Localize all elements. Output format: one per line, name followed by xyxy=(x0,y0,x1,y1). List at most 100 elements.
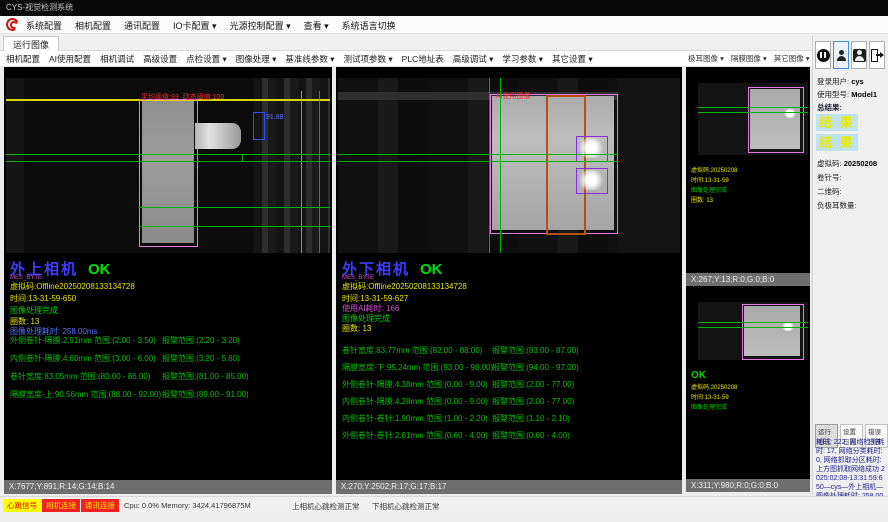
tool-advanced-debug[interactable]: 高级调试 ▾ xyxy=(453,53,494,65)
green-guide-line xyxy=(319,91,320,253)
exit-button[interactable] xyxy=(869,41,885,69)
small-camera-image-2[interactable] xyxy=(698,302,808,360)
process-done-line: 图像处理完成 xyxy=(10,307,58,315)
control-panel: 登录用户: cys 使用型号: Model1 总结果: 结 果 结 果 虚拟码:… xyxy=(812,36,888,494)
mini-result-line: 虚拟码:20250208 xyxy=(691,167,737,176)
mini-result-line: 圈数: 13 xyxy=(691,197,713,206)
menu-view[interactable]: 查看 ▾ xyxy=(304,19,329,32)
mini-ok-status: OK xyxy=(691,370,706,381)
upper-camera-heartbeat-text: 上相机心跳检测正常 xyxy=(292,501,360,512)
measure-row: 外侧卷针-隔膜:2.91mm 范围:(2.00 - 3.50)报警范围:(2.2… xyxy=(10,335,328,346)
camera-image-upper[interactable]: 平均阈值:93, 动态阈值:100 91.88 xyxy=(6,78,330,253)
mini-result-line: 图像处理完成 xyxy=(691,187,727,196)
tab-strip: 运行图像 xyxy=(0,34,888,51)
small-camera-image-1[interactable] xyxy=(698,83,808,155)
mes-label: MES_BYTE xyxy=(342,275,374,281)
tool-other-image[interactable]: 其它图像 ▾ xyxy=(774,53,810,64)
tool-spot-check[interactable]: 点检设置 ▾ xyxy=(186,53,227,65)
virtual-code-line: 虚拟码:Offline20250208133134728 xyxy=(10,283,135,291)
mini-result-line: 图像处理完成 xyxy=(691,404,727,413)
tool-camera-config[interactable]: 相机配置 xyxy=(6,53,40,65)
time-line: 时间:13-31-59-627 xyxy=(342,295,408,303)
menu-language-switch[interactable]: 系统语言切换 xyxy=(342,19,396,32)
app-logo-icon xyxy=(6,18,20,31)
blue-measure-box xyxy=(253,112,265,140)
camera-connection-badge: 相机连接 xyxy=(42,499,80,512)
result-ok: OK xyxy=(88,261,111,278)
virtual-code-value: 20250208 xyxy=(844,159,877,168)
process-done-line: 图像处理完成 xyxy=(342,315,390,323)
measure-row: 隔膜宽度-上:90.56mm 范围:(88.00 - 92.00)报警范围:(8… xyxy=(10,389,328,400)
pause-button[interactable] xyxy=(815,41,831,69)
tool-separator-image[interactable]: 隔膜图像 ▾ xyxy=(731,53,767,64)
tool-plc-address[interactable]: PLC地址表 xyxy=(402,53,444,65)
menu-comm-config[interactable]: 通讯配置 xyxy=(124,19,160,32)
needle-number-label: 卷针号: xyxy=(817,172,842,183)
time-line: 时间:13-31-59-650 xyxy=(10,295,76,303)
ai-elapsed-line: 使用AI耗时: 166 xyxy=(342,305,399,313)
measure-row: 隔膜宽度-下:95.24mm 范围:(93.00 - 98.00)报警范围:(9… xyxy=(342,362,678,373)
tool-test-params[interactable]: 测试项参数 ▾ xyxy=(344,53,393,65)
qr-code-label: 二维码: xyxy=(817,186,842,197)
tool-tab-image[interactable]: 极耳图像 ▾ xyxy=(688,53,724,64)
camera-view-lower: AI使用图像 外下相机OK MES_BYTE 虚拟码:Offline202502… xyxy=(336,67,682,494)
result-box-lower: 结 果 xyxy=(816,134,858,151)
tool-image-processing[interactable]: 图像处理 ▾ xyxy=(236,53,277,65)
tool-baseline-params[interactable]: 基准线参数 ▾ xyxy=(285,53,334,65)
tool-camera-debug[interactable]: 相机调试 xyxy=(100,53,134,65)
model-value: Model1 xyxy=(851,90,877,99)
ai-image-annotation: AI使用图像 xyxy=(496,91,531,101)
total-result-label: 总结果: xyxy=(817,102,842,113)
virtual-code-label: 虚拟码: 20250208 xyxy=(817,158,877,169)
model-label: 使用型号: Model1 xyxy=(817,89,877,100)
turns-line: 圈数: 13 xyxy=(342,325,371,333)
heartbeat-status-badge: 心跳信号 xyxy=(3,499,41,512)
measure-row: 外侧卷针-隔膜:4.38mm 范围:(0.00 - 9.00)报警范围:(2.0… xyxy=(342,379,678,390)
blue-measure-value: 91.88 xyxy=(266,114,284,121)
tool-learning-params[interactable]: 学习参数 ▾ xyxy=(502,53,543,65)
camera-view-upper: 平均阈值:93, 动态阈值:100 91.88 外上相机OK MES_BYTE … xyxy=(4,67,332,494)
cyan-guide-line xyxy=(301,91,302,253)
roi-rect-orange xyxy=(546,95,586,235)
mini-result-line: 虚拟码:20250208 xyxy=(691,384,737,393)
measure-row: 卷针宽度:83.77mm 范围:(82.00 - 88.00)报警范围:(83.… xyxy=(342,345,678,356)
operator-button[interactable] xyxy=(851,41,867,69)
threshold-annotation: 平均阈值:93, 动态阈值:100 xyxy=(141,92,224,102)
menu-io-config[interactable]: IO卡配置 ▾ xyxy=(173,19,217,32)
login-user-button[interactable] xyxy=(833,41,849,69)
tool-advanced-settings[interactable]: 高级设置 xyxy=(143,53,177,65)
mini-result-line: 时间:13-31-59 xyxy=(691,394,729,403)
camera-image-lower[interactable]: AI使用图像 xyxy=(338,78,680,253)
user-icon xyxy=(836,49,847,62)
menu-light-config[interactable]: 光源控制配置 ▾ xyxy=(230,19,291,32)
login-user-value: cys xyxy=(851,77,864,86)
tool-other-settings[interactable]: 其它设置 ▾ xyxy=(552,53,593,65)
login-user-label: 登录用户: cys xyxy=(817,76,864,87)
tab-count-label: 负极耳数量: xyxy=(817,200,857,211)
menu-camera-config[interactable]: 相机配置 xyxy=(75,19,111,32)
metal-part xyxy=(195,123,241,149)
result-box-upper: 结 果 xyxy=(816,114,858,131)
mini-result-line: 时间:13-31-59 xyxy=(691,177,729,186)
measure-row: 内侧卷针-卷针:1.90mm 范围:(1.00 - 2.20)报警范围:(1.1… xyxy=(342,413,678,424)
comm-connection-badge: 通讯连接 xyxy=(81,499,119,512)
turns-line: 圈数: 13 xyxy=(10,318,39,326)
pixel-readout-small-1: X:267;Y:13;R:0;G:0;B:0 xyxy=(686,273,810,286)
pause-icon xyxy=(817,49,830,62)
mes-label: MES_BYTE xyxy=(10,275,42,281)
virtual-code-line: 虚拟码:Offline20250208133134728 xyxy=(342,283,467,291)
roi-rect-purple xyxy=(576,168,608,194)
small-camera-view-2: OK 虚拟码:20250208 时间:13-31-59 图像处理完成 X:311… xyxy=(686,286,810,492)
window-title: CYS-视觉检测系统 xyxy=(0,0,888,16)
measure-row: 卷针宽度:83.05mm 范围:(80.00 - 86.00)报警范围:(81.… xyxy=(10,371,328,382)
measure-row: 内侧卷针-隔膜:4.60mm 范围:(3.00 - 6.00)报警范围:(3.2… xyxy=(10,353,328,364)
menu-system-config[interactable]: 系统配置 xyxy=(26,19,62,32)
toolbar: 相机配置 AI使用配置 相机调试 高级设置 点检设置 ▾ 图像处理 ▾ 基准线参… xyxy=(0,51,888,67)
app-window: CYS-视觉检测系统 系统配置 相机配置 通讯配置 IO卡配置 ▾ 光源控制配置… xyxy=(0,0,888,522)
measure-row: 外侧卷针-卷针:2.61mm 范围:(0.60 - 4.00)报警范围:(0.6… xyxy=(342,430,678,441)
roi-rect-purple xyxy=(576,136,608,162)
operator-icon xyxy=(853,49,866,62)
tool-ai-config[interactable]: AI使用配置 xyxy=(49,53,91,65)
measure-row: 内侧卷针-隔膜:4.28mm 范围:(0.00 - 9.00)报警范围:(2.0… xyxy=(342,396,678,407)
pixel-readout-lower: X:270;Y:2502;R:17;G:17;B:17 xyxy=(336,480,682,494)
